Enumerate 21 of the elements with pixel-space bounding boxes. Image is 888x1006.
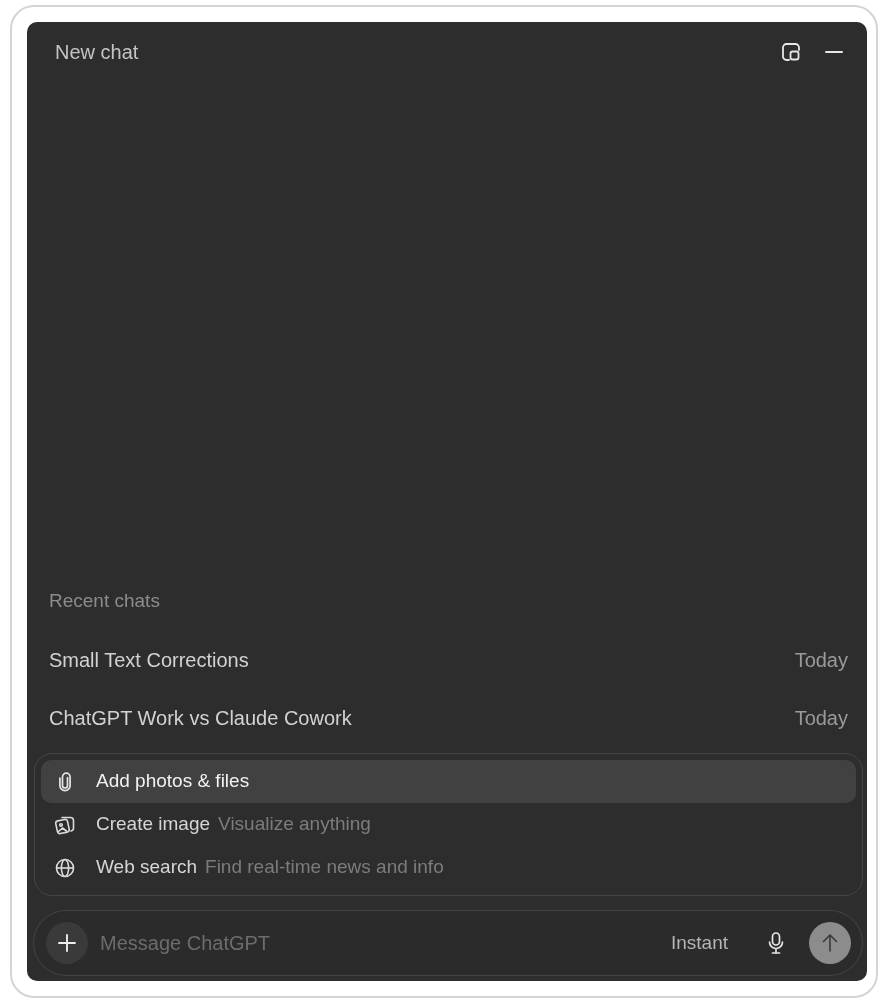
send-button[interactable] [809, 922, 851, 964]
section-heading: Recent chats [49, 588, 160, 613]
chat-date: Today [794, 648, 848, 673]
menu-item[interactable]: Web search Find real-time news and info [41, 846, 856, 889]
chat-title[interactable]: ChatGPT Work vs Claude Cowork [49, 703, 352, 733]
composer-bar[interactable]: Message ChatGPT Instant [33, 910, 863, 976]
paperclip-icon [58, 771, 72, 792]
images-icon [55, 814, 75, 835]
menu-item[interactable]: Create image Visualize anything [41, 803, 856, 846]
chat-title[interactable]: Small Text Corrections [49, 645, 249, 675]
message-input[interactable]: Message ChatGPT [100, 923, 667, 963]
plus-button[interactable] [46, 922, 88, 964]
chat-date: Today [794, 706, 848, 731]
globe-icon [55, 857, 75, 878]
plus-icon [58, 934, 76, 952]
microphone-icon[interactable] [768, 932, 784, 954]
popout-icon[interactable] [781, 42, 801, 62]
window-title: New chat [55, 42, 139, 62]
arrow-up-icon [822, 934, 838, 952]
model-selector[interactable]: Instant [666, 928, 732, 958]
menu-item[interactable]: Add photos & files [41, 760, 856, 803]
